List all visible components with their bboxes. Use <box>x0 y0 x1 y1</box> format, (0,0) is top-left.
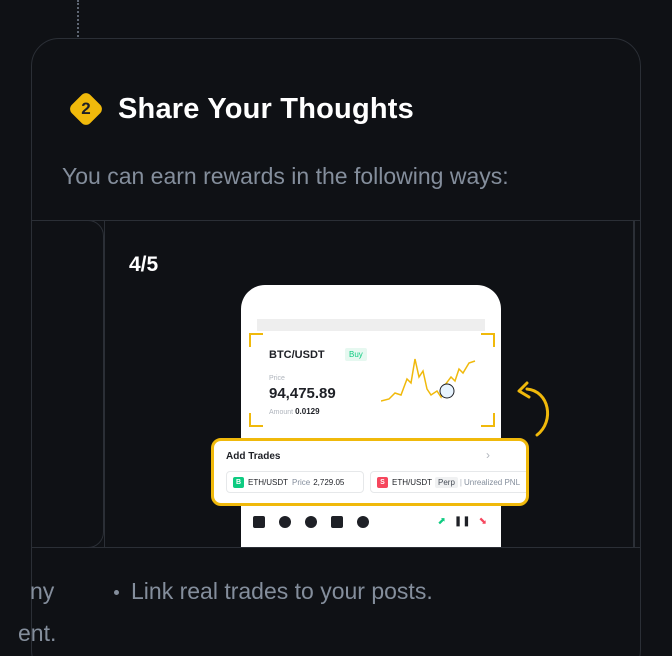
trade-price-value: 2,729.05 <box>313 477 345 487</box>
trend-down-icon: ⬊ <box>478 516 487 527</box>
slide-counter: 4/5 <box>129 253 159 276</box>
trade-chart-card: BTC/USDT Buy Price 94,475.89 Amount 0.01… <box>259 339 483 421</box>
carousel-slide-previous[interactable] <box>32 220 104 548</box>
curved-arrow-icon <box>517 381 549 437</box>
frame-corner-icon <box>481 333 495 347</box>
frame-corner-icon <box>249 413 263 427</box>
pair-title: BTC/USDT <box>269 349 325 361</box>
step-subtitle: You can earn rewards in the following wa… <box>62 163 509 189</box>
chart-icon <box>331 516 343 528</box>
toolbar-right-group: ⬈ ❚❚ ⬊ <box>429 516 487 527</box>
step-number: 2 <box>81 99 91 118</box>
trade-chip-sell: S ETH/USDT Perp | Unrealized PNL <box>370 471 526 493</box>
add-trades-title: Add Trades <box>226 451 281 462</box>
carousel-slide-active[interactable]: 4/5 BTC/USDT Buy Price 94,475.89 Amount … <box>104 220 634 548</box>
timeline-connector <box>77 0 79 40</box>
buy-side-badge: B <box>233 476 244 488</box>
post-toolbar: ⬈ ❚❚ ⬊ <box>241 507 501 537</box>
trade-price-label: Price <box>292 477 311 487</box>
amount-label: Amount <box>269 409 294 416</box>
phone-mockup: BTC/USDT Buy Price 94,475.89 Amount 0.01… <box>241 285 501 547</box>
frame-corner-icon <box>481 413 495 427</box>
amount-row: Amount 0.0129 <box>269 407 320 416</box>
frame-corner-icon <box>249 333 263 347</box>
step-header: 2 Share Your Thoughts <box>67 90 414 128</box>
previous-slide-text-fragment: ny <box>30 578 55 604</box>
price-value: 94,475.89 <box>269 385 336 402</box>
price-sparkline-icon <box>381 358 476 402</box>
pause-icon: ❚❚ <box>453 516 471 527</box>
trade-chip-buy: B ETH/USDT Price 2,729.05 <box>226 471 364 493</box>
price-label: Price <box>269 375 285 382</box>
previous-slide-text-fragment: ent. <box>18 620 57 646</box>
unrealized-pnl-label: Unrealized PNL <box>463 477 521 487</box>
trend-up-icon: ⬈ <box>437 516 446 527</box>
bullet-text: Link real trades to your posts. <box>131 578 433 604</box>
chat-icon <box>279 516 291 528</box>
trade-pair: ETH/USDT <box>248 477 288 487</box>
chip-separator: | <box>459 477 462 487</box>
buy-tag: Buy <box>345 348 367 361</box>
trade-pair: ETH/USDT <box>392 477 432 487</box>
image-icon <box>253 516 265 528</box>
add-trades-panel: Add Trades › B ETH/USDT Price 2,729.05 S… <box>211 438 529 506</box>
amount-value: 0.0129 <box>295 407 320 416</box>
step-card: 2 Share Your Thoughts You can earn rewar… <box>31 38 641 656</box>
phone-top-bar <box>257 319 485 331</box>
step-number-badge: 2 <box>67 90 105 128</box>
step-title: Share Your Thoughts <box>118 92 414 125</box>
chevron-right-icon: › <box>486 448 490 462</box>
dollar-icon <box>305 516 317 528</box>
carousel-slide-next[interactable] <box>634 220 640 548</box>
add-icon <box>357 516 369 528</box>
sell-side-badge: S <box>377 476 388 488</box>
bullet-item: Link real trades to your posts. <box>114 578 433 605</box>
bullet-dot-icon <box>114 590 119 596</box>
perp-tag: Perp <box>435 476 458 488</box>
